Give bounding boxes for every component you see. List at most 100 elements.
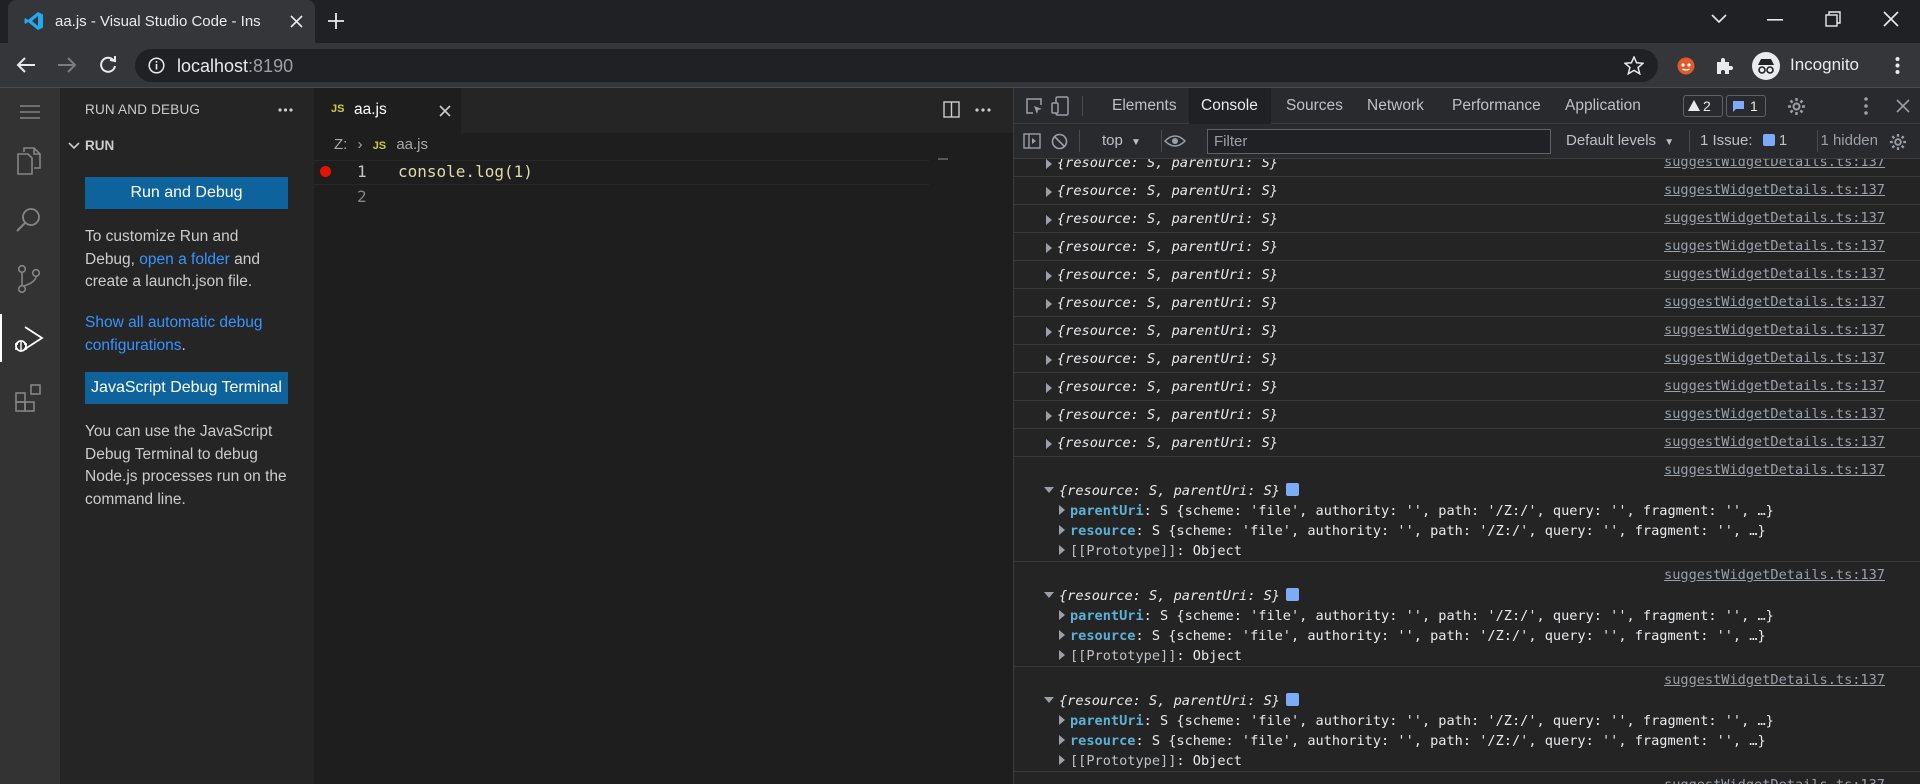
back-icon[interactable] — [16, 56, 36, 74]
console-message-partial[interactable]: suggestWidgetDetails.ts:137 — [1014, 772, 1920, 784]
sidebar-toggle-icon[interactable] — [1023, 133, 1041, 149]
extensions-icon[interactable] — [14, 383, 44, 413]
live-expression-eye-icon[interactable] — [1164, 134, 1186, 148]
breakpoint-icon[interactable] — [320, 166, 331, 177]
device-toolbar-icon[interactable] — [1051, 96, 1069, 116]
inspect-element-icon[interactable] — [1025, 97, 1043, 115]
property-parentUri[interactable]: parentUri: S {scheme: 'file', authority:… — [1059, 503, 1774, 519]
close-tab-icon[interactable] — [290, 15, 303, 28]
messages-badge[interactable]: 1 — [1726, 95, 1766, 117]
tab-search-icon[interactable] — [1711, 14, 1727, 24]
console-object-summary[interactable]: {resource: S, parentUri: S} — [1057, 183, 1278, 199]
tab-sources[interactable]: Sources — [1286, 97, 1343, 115]
console-source-link[interactable]: suggestWidgetDetails.ts:137 — [1664, 238, 1885, 254]
console-source-link[interactable]: suggestWidgetDetails.ts:137 — [1664, 378, 1885, 394]
property-prototype[interactable]: [[Prototype]]: Object — [1059, 753, 1242, 769]
expanded-object-header[interactable]: {resource: S, parentUri: S} — [1044, 588, 1299, 604]
console-source-link[interactable]: suggestWidgetDetails.ts:137 — [1664, 210, 1885, 226]
console-message-collapsed[interactable]: {resource: S, parentUri: S} suggestWidget… — [1014, 401, 1920, 429]
console-source-link[interactable]: suggestWidgetDetails.ts:137 — [1664, 322, 1885, 338]
console-object-summary[interactable]: {resource: S, parentUri: S} — [1057, 323, 1278, 339]
chrome-menu-icon[interactable] — [1895, 56, 1900, 75]
property-resource[interactable]: resource: S {scheme: 'file', authority: … — [1059, 628, 1766, 644]
console-source-link[interactable]: suggestWidgetDetails.ts:137 — [1664, 777, 1885, 784]
extension-react-icon[interactable] — [1676, 56, 1696, 76]
console-filter-input[interactable]: Filter — [1207, 129, 1551, 154]
explorer-icon[interactable] — [15, 146, 43, 176]
search-icon[interactable] — [15, 206, 43, 234]
console-message-collapsed[interactable]: {resource: S, parentUri: S} suggestWidget… — [1014, 261, 1920, 289]
console-object-summary[interactable]: {resource: S, parentUri: S} — [1057, 211, 1278, 227]
console-object-summary[interactable]: {resource: S, parentUri: S} — [1057, 407, 1278, 423]
tab-elements[interactable]: Elements — [1112, 97, 1177, 115]
show-configs-link[interactable]: Show all automatic debug configurations — [85, 314, 263, 354]
expand-triangle-icon[interactable] — [1046, 185, 1057, 201]
close-devtools-icon[interactable] — [1896, 99, 1910, 113]
run-and-debug-button[interactable]: Run and Debug — [85, 177, 288, 209]
close-editor-icon[interactable] — [439, 105, 451, 117]
browser-tab[interactable]: aa.js - Visual Studio Code - Ins — [8, 0, 315, 43]
expand-triangle-icon[interactable] — [1046, 437, 1057, 453]
console-message-expanded[interactable]: suggestWidgetDetails.ts:137 {resource: S,… — [1014, 667, 1920, 772]
context-selector[interactable]: top ▼ — [1102, 132, 1141, 149]
property-resource[interactable]: resource: S {scheme: 'file', authority: … — [1059, 523, 1766, 539]
run-debug-icon[interactable] — [13, 323, 45, 355]
reload-icon[interactable] — [98, 55, 118, 75]
console-source-link[interactable]: suggestWidgetDetails.ts:137 — [1664, 462, 1885, 478]
expand-triangle-icon[interactable] — [1046, 297, 1057, 313]
warnings-badge[interactable]: 2 — [1683, 95, 1723, 117]
expand-triangle-icon[interactable] — [1046, 409, 1057, 425]
console-source-link[interactable]: suggestWidgetDetails.ts:137 — [1664, 182, 1885, 198]
property-prototype[interactable]: [[Prototype]]: Object — [1059, 648, 1242, 664]
console-object-summary[interactable]: {resource: S, parentUri: S} — [1057, 159, 1278, 171]
extensions-puzzle-icon[interactable] — [1715, 56, 1734, 75]
expanded-object-header[interactable]: {resource: S, parentUri: S} — [1044, 693, 1299, 709]
console-source-link[interactable]: suggestWidgetDetails.ts:137 — [1664, 567, 1885, 583]
expand-triangle-icon[interactable] — [1046, 159, 1057, 173]
console-message-collapsed[interactable]: {resource: S, parentUri: S} suggestWidget… — [1014, 205, 1920, 233]
open-folder-link[interactable]: open a folder — [139, 251, 230, 268]
bookmark-star-icon[interactable] — [1624, 56, 1644, 75]
more-actions-icon[interactable] — [278, 108, 293, 112]
clear-console-icon[interactable] — [1051, 133, 1068, 150]
console-object-summary[interactable]: {resource: S, parentUri: S} — [1057, 295, 1278, 311]
info-icon[interactable] — [148, 57, 165, 74]
incognito-label[interactable]: Incognito — [1790, 55, 1859, 75]
code-line-1[interactable]: console.log(1) — [398, 162, 533, 181]
tab-application[interactable]: Application — [1565, 97, 1641, 115]
expand-triangle-icon[interactable] — [1046, 269, 1057, 285]
forward-icon[interactable] — [57, 56, 77, 74]
console-message-expanded[interactable]: suggestWidgetDetails.ts:137 {resource: S,… — [1014, 562, 1920, 667]
chevron-down-icon[interactable] — [68, 142, 80, 150]
tab-console[interactable]: Console — [1189, 88, 1271, 124]
console-message-collapsed[interactable]: {resource: S, parentUri: S} suggestWidget… — [1014, 429, 1920, 457]
expand-triangle-icon[interactable] — [1046, 241, 1057, 257]
console-message-collapsed[interactable]: {resource: S, parentUri: S} suggestWidget… — [1014, 233, 1920, 261]
menu-icon[interactable] — [19, 104, 41, 120]
new-tab-icon[interactable] — [327, 12, 345, 30]
property-parentUri[interactable]: parentUri: S {scheme: 'file', authority:… — [1059, 608, 1774, 624]
console-message-collapsed[interactable]: {resource: S, parentUri: S} suggestWidget… — [1014, 345, 1920, 373]
console-message-expanded[interactable]: suggestWidgetDetails.ts:137 {resource: S,… — [1014, 457, 1920, 562]
source-control-icon[interactable] — [15, 264, 43, 294]
property-parentUri[interactable]: parentUri: S {scheme: 'file', authority:… — [1059, 713, 1774, 729]
console-source-link[interactable]: suggestWidgetDetails.ts:137 — [1664, 266, 1885, 282]
section-header-run[interactable]: RUN — [85, 138, 114, 153]
incognito-avatar-icon[interactable] — [1752, 52, 1780, 80]
console-object-summary[interactable]: {resource: S, parentUri: S} — [1057, 351, 1278, 367]
issues-counter[interactable]: 1 Issue: 1 — [1700, 132, 1787, 149]
tab-network[interactable]: Network — [1367, 97, 1424, 115]
editor-tab-aa-js[interactable]: JS aa.js — [314, 88, 461, 133]
console-message-collapsed[interactable]: {resource: S, parentUri: S} suggestWidget… — [1014, 289, 1920, 317]
close-window-icon[interactable] — [1883, 11, 1899, 27]
console-source-link[interactable]: suggestWidgetDetails.ts:137 — [1664, 672, 1885, 688]
console-object-summary[interactable]: {resource: S, parentUri: S} — [1057, 267, 1278, 283]
console-message-collapsed[interactable]: {resource: S, parentUri: S} suggestWidget… — [1014, 317, 1920, 345]
split-editor-icon[interactable] — [943, 101, 960, 118]
settings-gear-icon[interactable] — [1787, 97, 1806, 116]
expand-triangle-icon[interactable] — [1046, 381, 1057, 397]
breadcrumb-root[interactable]: Z: — [334, 136, 347, 153]
console-message-collapsed[interactable]: {resource: S, parentUri: S} suggestWidget… — [1014, 177, 1920, 205]
restore-icon[interactable] — [1825, 11, 1841, 27]
expand-triangle-icon[interactable] — [1046, 325, 1057, 341]
